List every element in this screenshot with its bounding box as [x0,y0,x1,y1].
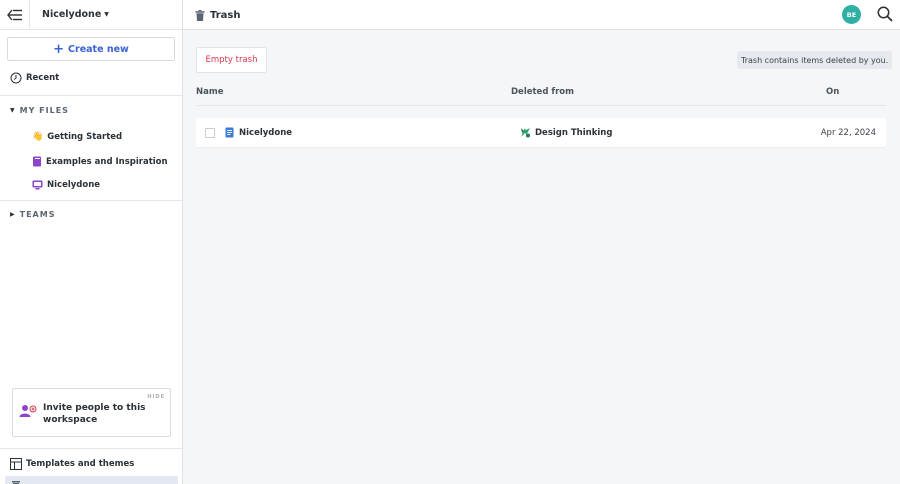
sidebar-item-nicelydone[interactable]: Nicelydone [32,180,100,190]
divider [0,448,182,449]
collapse-sidebar-button[interactable] [0,0,30,30]
header-divider [196,105,886,106]
row-date: Apr 22, 2024 [820,127,876,138]
table-row[interactable]: Nicelydone Design Thinking Apr 22, 2024 [196,118,886,147]
column-header-deleted-from[interactable]: Deleted from [511,87,574,97]
avatar[interactable]: BE [842,5,861,24]
monitor-icon [32,180,43,190]
sidebar-item-examples[interactable]: Examples and Inspiration [32,156,168,167]
invite-text: Invite people to this workspace [43,403,146,425]
page-title-label: Trash [210,9,241,21]
trash-notice: Trash contains items deleted by you. [737,51,893,69]
section-my-files[interactable]: ▼ MY FILES [10,106,69,115]
create-new-button[interactable]: + Create new [7,37,175,61]
main-content: Trash BE Empty trash Trash contains item… [183,0,900,484]
trash-icon [12,481,20,484]
row-name-cell[interactable]: Nicelydone [225,118,292,147]
sidebar-item-trash[interactable] [5,476,178,484]
column-header-name[interactable]: Name [196,87,223,97]
workspace-switcher[interactable]: Nicelydone ▼ [42,9,109,20]
sidebar: Nicelydone ▼ + Create new Recent ▼ MY FI… [0,0,183,484]
add-user-icon [19,405,37,417]
section-label: MY FILES [19,106,69,115]
sidebar-item-recent[interactable]: Recent [10,72,59,84]
create-new-label: Create new [68,43,129,55]
plus-icon: + [53,41,65,57]
sidebar-item-label: Recent [26,73,60,83]
divider [0,200,182,201]
section-teams[interactable]: ▶ TEAMS [10,210,55,219]
sidebar-item-templates[interactable]: Templates and themes [10,458,134,470]
row-name: Nicelydone [239,127,293,138]
collapse-sidebar-icon [6,9,22,20]
document-icon [225,127,234,138]
row-deleted-from: Design Thinking [535,127,613,138]
book-icon [33,156,41,167]
caret-down-icon: ▼ [104,11,109,18]
column-header-on[interactable]: On [826,87,839,97]
design-thinking-icon [521,128,530,138]
clock-icon [10,72,22,84]
row-checkbox[interactable] [205,128,215,138]
triangle-right-icon: ▶ [10,211,16,218]
section-label: TEAMS [19,210,56,219]
workspace-name: Nicelydone [42,9,102,20]
sidebar-item-label: Examples and Inspiration [46,156,168,167]
sidebar-item-label: Nicelydone [47,180,101,190]
sidebar-item-getting-started[interactable]: 👋 Getting Started [32,132,122,142]
row-deleted-from-cell[interactable]: Design Thinking [520,118,612,147]
hide-invite-button[interactable]: HIDE [147,394,165,400]
sidebar-header: Nicelydone ▼ [0,0,182,30]
template-icon [10,458,22,470]
divider [0,95,182,96]
top-bar: Trash BE [183,0,900,30]
triangle-down-icon: ▼ [10,107,16,114]
waving-hand-icon: 👋 [32,132,44,142]
page-title: Trash [195,0,240,30]
invite-card[interactable]: HIDE Invite people to this workspace [12,388,171,437]
sidebar-item-label: Getting Started [47,132,123,142]
search-icon[interactable] [877,6,893,22]
sidebar-item-label: Templates and themes [26,459,135,469]
empty-trash-button[interactable]: Empty trash [196,47,267,73]
trash-icon [195,9,205,21]
